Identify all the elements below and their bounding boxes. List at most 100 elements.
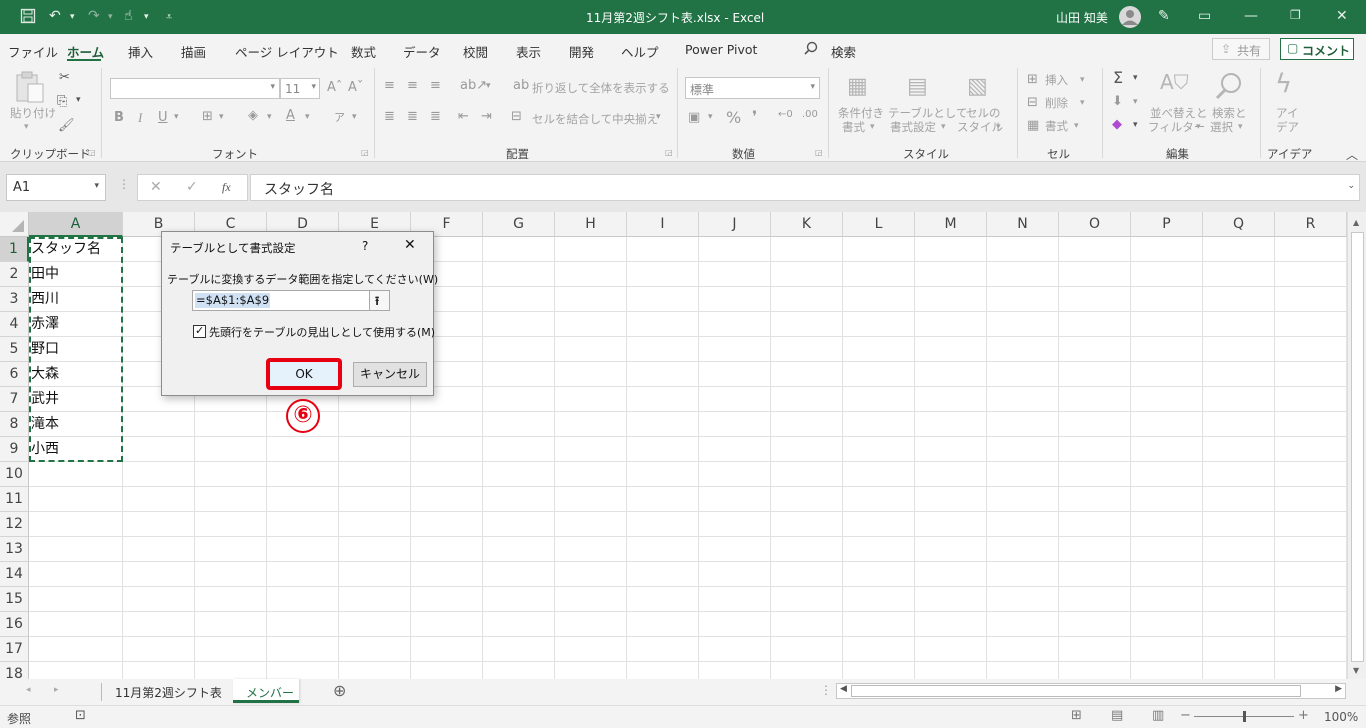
- row-header-1[interactable]: 1: [0, 237, 29, 262]
- scroll-left-icon[interactable]: ◀: [840, 684, 847, 694]
- touch-mode-icon[interactable]: ☝: [124, 8, 133, 24]
- tab-review[interactable]: 校閲: [463, 42, 488, 61]
- delete-label[interactable]: 削除: [1045, 96, 1068, 110]
- cell-styles-label-1[interactable]: セルの: [966, 106, 1001, 120]
- undo-dropdown-icon[interactable]: ▾: [70, 12, 75, 22]
- align-left-icon[interactable]: ≣: [384, 109, 395, 124]
- save-icon[interactable]: [20, 8, 36, 28]
- search-label[interactable]: 検索: [831, 42, 856, 61]
- wrap-text-label[interactable]: 折り返して全体を表示する: [532, 81, 670, 95]
- column-header-n[interactable]: N: [987, 212, 1059, 237]
- column-header-i[interactable]: I: [627, 212, 699, 237]
- number-format-box[interactable]: 標準 ▾: [685, 77, 820, 99]
- row-header-6[interactable]: 6: [0, 362, 29, 387]
- merge-dropdown-icon[interactable]: ▾: [656, 112, 661, 122]
- decrease-decimal-icon[interactable]: .00: [802, 109, 818, 120]
- row-header-10[interactable]: 10: [0, 462, 29, 487]
- tab-file[interactable]: ファイル: [8, 42, 58, 61]
- merge-center-icon[interactable]: ⊟: [511, 109, 522, 124]
- format-table-dropdown-icon[interactable]: ▾: [941, 120, 946, 134]
- header-row-label[interactable]: 先頭行をテーブルの見出しとして使用する(M): [209, 324, 435, 340]
- row-header-3[interactable]: 3: [0, 287, 29, 312]
- cut-icon[interactable]: ✂: [59, 70, 70, 85]
- ideas-label-1[interactable]: アイ: [1276, 106, 1298, 120]
- column-header-h[interactable]: H: [555, 212, 627, 237]
- paste-label[interactable]: 貼り付け: [10, 106, 56, 120]
- merge-center-label[interactable]: セルを結合して中央揃え: [532, 112, 658, 126]
- confirm-entry-icon[interactable]: ✓: [186, 179, 198, 195]
- sheet-nav-next-icon[interactable]: ▸: [54, 685, 59, 695]
- undo-icon[interactable]: ↶: [49, 8, 61, 24]
- font-launcher-icon[interactable]: ◲: [361, 148, 369, 157]
- zoom-in-icon[interactable]: +: [1298, 708, 1309, 723]
- font-color-icon[interactable]: A: [286, 108, 295, 123]
- close-window-icon[interactable]: ✕: [1336, 8, 1348, 24]
- tab-formulas[interactable]: 数式: [351, 42, 376, 61]
- column-header-a[interactable]: A: [29, 212, 123, 237]
- delete-cells-icon[interactable]: ⊟: [1027, 95, 1038, 110]
- underline-icon[interactable]: U: [158, 110, 168, 125]
- align-right-icon[interactable]: ≣: [430, 109, 441, 124]
- column-header-l[interactable]: L: [843, 212, 915, 237]
- row-header-11[interactable]: 11: [0, 487, 29, 512]
- vertical-scrollbar[interactable]: ▲ ▼: [1347, 212, 1366, 679]
- column-header-g[interactable]: G: [483, 212, 555, 237]
- increase-decimal-icon[interactable]: ←0: [778, 109, 793, 120]
- scroll-up-icon[interactable]: ▲: [1353, 218, 1359, 227]
- tab-page-layout[interactable]: ページ レイアウト: [235, 42, 339, 61]
- zoom-out-icon[interactable]: −: [1180, 708, 1191, 723]
- font-name-box[interactable]: ▾: [110, 78, 280, 99]
- font-size-dropdown-icon[interactable]: ▾: [311, 82, 316, 92]
- tab-insert[interactable]: 挿入: [128, 42, 153, 61]
- range-input[interactable]: =$A$1:$A$9 ⭱: [192, 290, 390, 311]
- format-painter-icon[interactable]: 🖌: [58, 118, 75, 133]
- increase-indent-icon[interactable]: ⇥: [481, 109, 492, 124]
- cell-styles-dropdown-icon[interactable]: ▾: [996, 120, 1001, 134]
- row-header-15[interactable]: 15: [0, 587, 29, 612]
- row-header-16[interactable]: 16: [0, 612, 29, 637]
- restore-icon[interactable]: ❐: [1290, 8, 1301, 22]
- horizontal-scroll-thumb[interactable]: [851, 685, 1301, 697]
- font-name-dropdown-icon[interactable]: ▾: [270, 82, 275, 92]
- fill-dropdown-icon[interactable]: ▾: [1133, 97, 1138, 107]
- search-icon[interactable]: [804, 41, 818, 58]
- cond-format-label-2[interactable]: 書式: [842, 120, 865, 134]
- number-format-dropdown-icon[interactable]: ▾: [810, 82, 815, 92]
- dialog-close-icon[interactable]: ✕: [404, 237, 416, 253]
- ok-button[interactable]: OK: [266, 358, 342, 390]
- row-header-13[interactable]: 13: [0, 537, 29, 562]
- column-header-j[interactable]: J: [699, 212, 771, 237]
- paste-dropdown-icon[interactable]: ▾: [24, 120, 29, 134]
- insert-cells-icon[interactable]: ⊞: [1027, 72, 1038, 87]
- underline-dropdown-icon[interactable]: ▾: [174, 112, 179, 122]
- bold-icon[interactable]: B: [114, 110, 124, 125]
- font-size-box[interactable]: 11 ▾: [280, 78, 320, 99]
- help-icon[interactable]: ?: [362, 239, 368, 253]
- collapse-dialog-button[interactable]: ⭱: [369, 291, 389, 310]
- add-sheet-icon[interactable]: ⊕: [333, 681, 346, 700]
- fill-color-icon[interactable]: ◈: [248, 108, 258, 123]
- clipboard-launcher-icon[interactable]: ◲: [88, 148, 96, 157]
- insert-label[interactable]: 挿入: [1045, 73, 1068, 87]
- find-select-label-2[interactable]: 選択: [1210, 120, 1233, 134]
- cond-format-dropdown-icon[interactable]: ▾: [870, 120, 875, 134]
- find-select-dropdown-icon[interactable]: ▾: [1238, 120, 1243, 134]
- row-header-4[interactable]: 4: [0, 312, 29, 337]
- copy-icon[interactable]: ⎘: [57, 94, 67, 109]
- align-top-icon[interactable]: ≡: [384, 78, 395, 93]
- number-launcher-icon[interactable]: ◲: [815, 148, 823, 157]
- column-header-k[interactable]: K: [771, 212, 843, 237]
- page-break-view-icon[interactable]: ▥: [1152, 708, 1164, 723]
- currency-dropdown-icon[interactable]: ▾: [708, 112, 713, 122]
- phonetic-dropdown-icon[interactable]: ▾: [352, 112, 357, 122]
- format-table-label-1[interactable]: テーブルとして: [888, 106, 967, 120]
- insert-dropdown-icon[interactable]: ▾: [1080, 73, 1085, 87]
- format-dropdown-icon[interactable]: ▾: [1074, 119, 1079, 133]
- tab-data[interactable]: データ: [403, 42, 441, 61]
- share-button[interactable]: ⇪ 共有: [1212, 38, 1270, 60]
- orientation-dropdown-icon[interactable]: ▾: [486, 81, 491, 91]
- autosum-dropdown-icon[interactable]: ▾: [1133, 73, 1138, 83]
- comma-icon[interactable]: ❜: [752, 107, 757, 126]
- cancel-button[interactable]: キャンセル: [353, 362, 427, 387]
- clear-dropdown-icon[interactable]: ▾: [1133, 120, 1138, 130]
